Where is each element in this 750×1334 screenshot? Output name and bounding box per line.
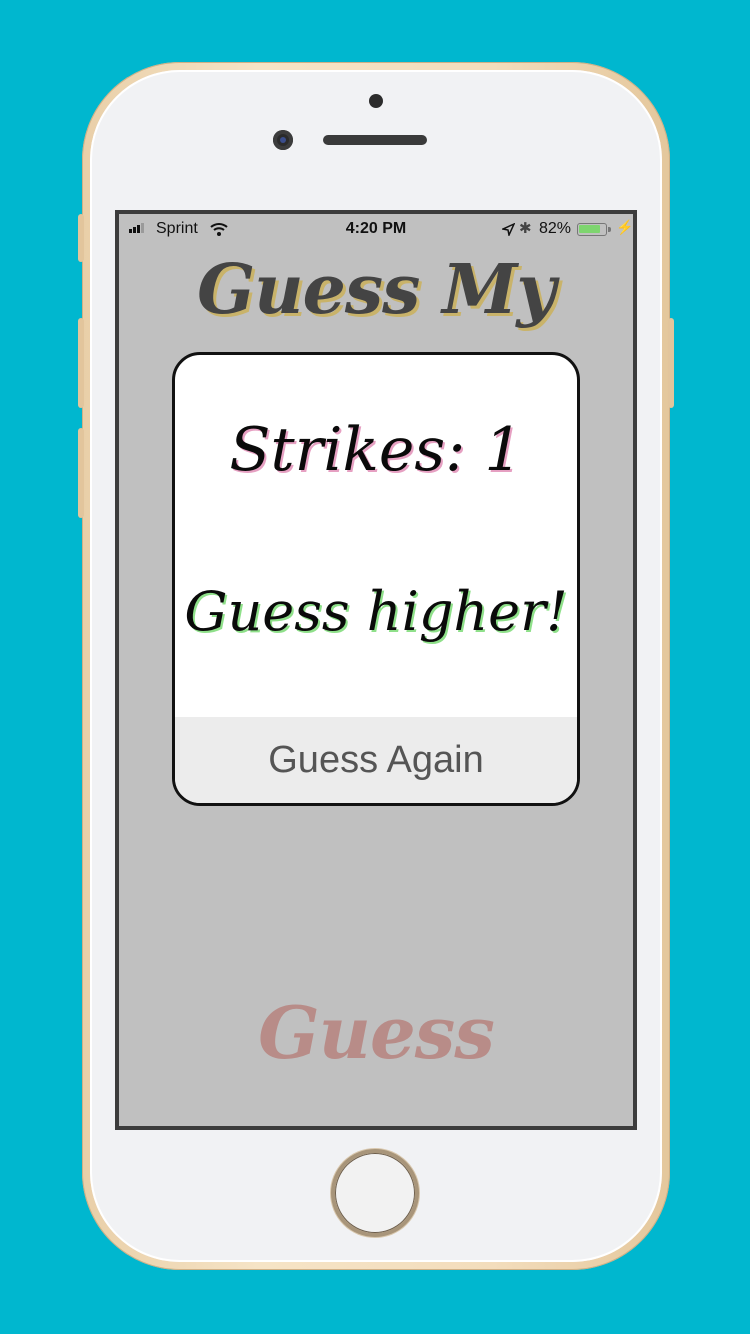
hint-message: Guess higher! <box>184 580 568 643</box>
guess-button-label[interactable]: Guess <box>119 990 633 1075</box>
power-button <box>668 318 674 408</box>
location-arrow-icon <box>502 223 515 236</box>
result-alert: Strikes: 1 Guess higher! Guess Again <box>172 352 580 806</box>
volume-up-button <box>78 318 84 408</box>
earpiece-speaker <box>323 135 427 145</box>
proximity-sensor <box>369 94 383 108</box>
battery-icon <box>577 223 607 236</box>
battery-percentage: 82% <box>539 220 572 237</box>
volume-down-button <box>78 428 84 518</box>
status-bar: Sprint 4:20 PM ✱ 82% ⚡ <box>119 214 633 244</box>
bluetooth-icon: ✱ <box>519 220 532 237</box>
battery-fill <box>579 225 600 233</box>
battery-tip <box>608 227 611 232</box>
app-title: Guess My <box>197 250 556 330</box>
home-button[interactable] <box>331 1149 419 1237</box>
mute-switch <box>78 214 84 262</box>
strikes-count: Strikes: 1 <box>229 415 523 485</box>
guess-again-button[interactable]: Guess Again <box>175 717 577 803</box>
charging-bolt-icon: ⚡ <box>616 219 634 235</box>
front-camera-icon <box>273 130 293 150</box>
